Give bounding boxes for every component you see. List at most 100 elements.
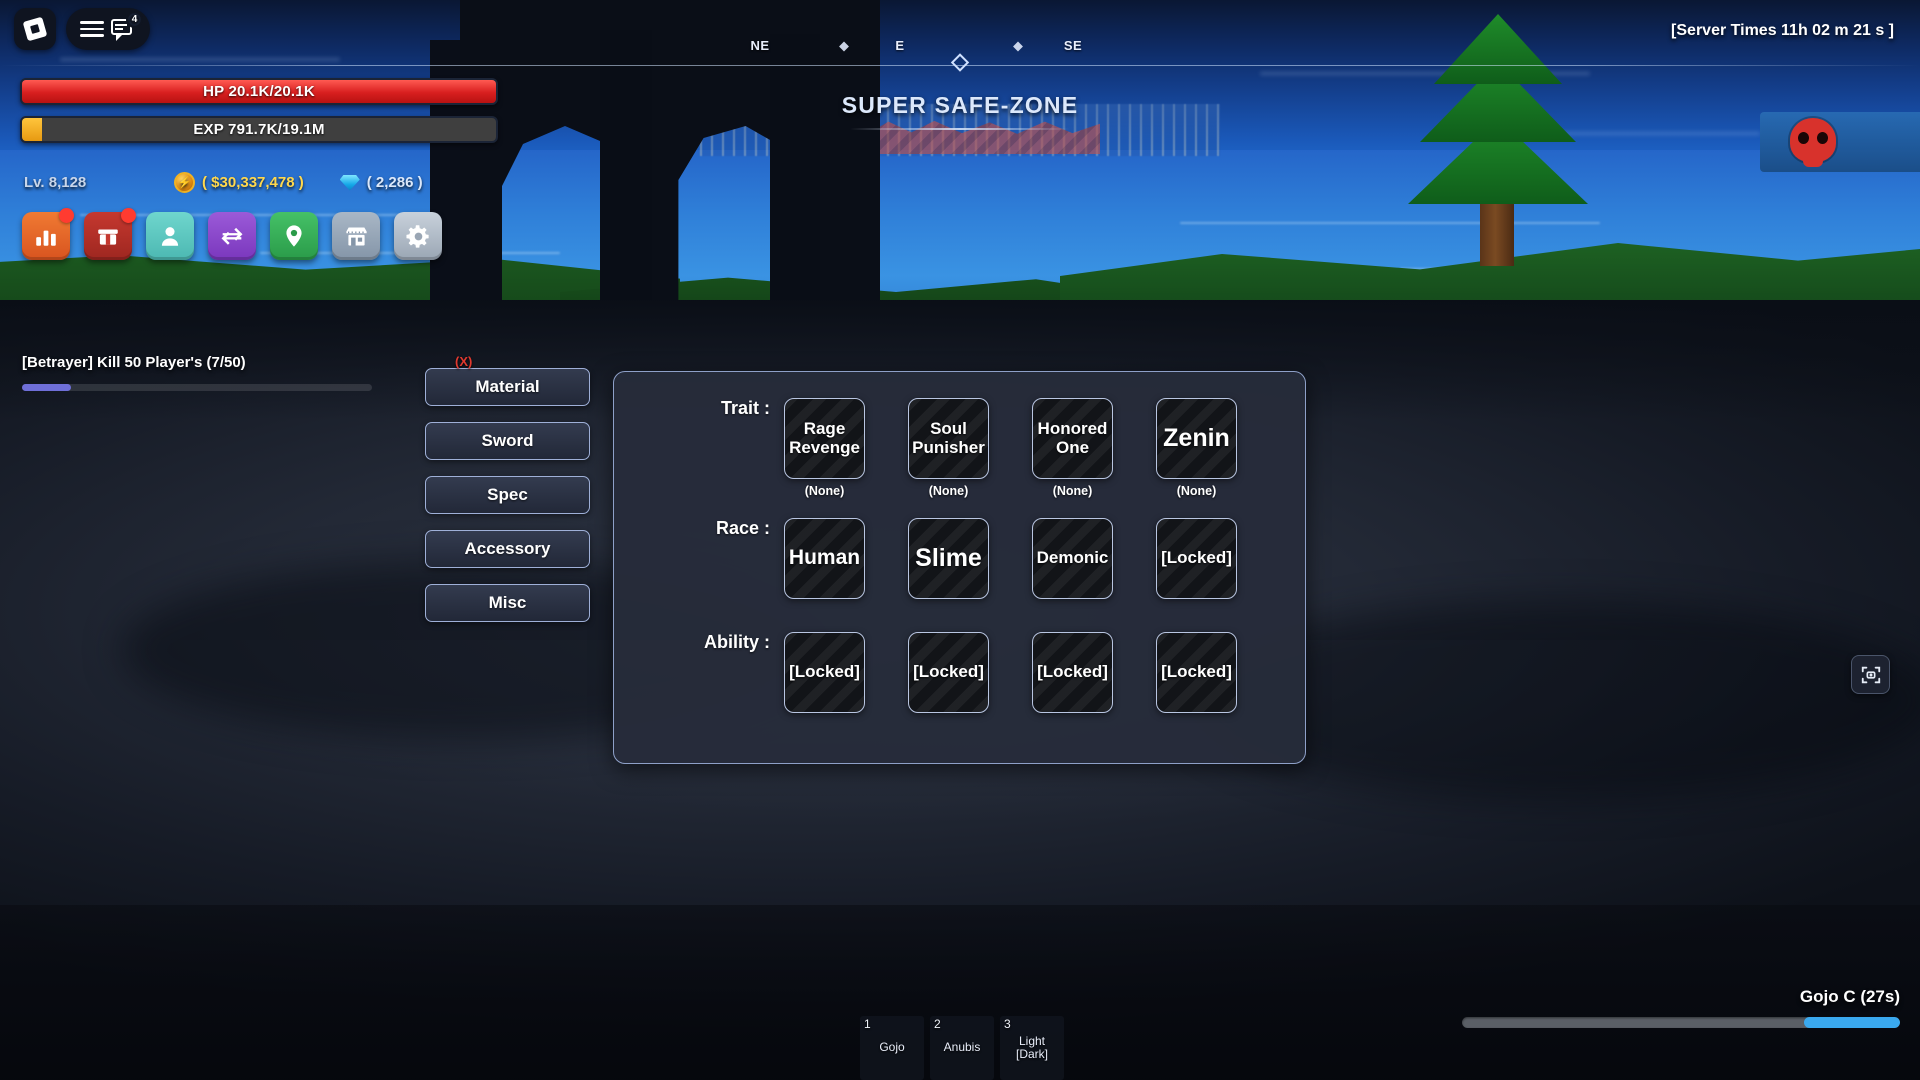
- ability-slot-4-label: [Locked]: [1161, 662, 1232, 682]
- category-button-sword[interactable]: Sword: [425, 422, 590, 460]
- category-button-material[interactable]: Material: [425, 368, 590, 406]
- screenshot-button[interactable]: [1851, 655, 1890, 694]
- trait-slot-wrap: Soul Punisher (None): [908, 398, 989, 498]
- trait-slot-wrap: Honored One (None): [1032, 398, 1113, 498]
- race-slot-wrap: [Locked]: [1156, 518, 1237, 599]
- roblox-logo-icon[interactable]: [14, 8, 56, 50]
- race-slot-1[interactable]: Human: [784, 518, 865, 599]
- ability-slot-wrap: [Locked]: [1156, 632, 1237, 713]
- close-menu-button[interactable]: (X): [455, 354, 472, 369]
- race-slot-3[interactable]: Demonic: [1032, 518, 1113, 599]
- water-glint: [1180, 222, 1600, 224]
- category-button-accessory[interactable]: Accessory: [425, 530, 590, 568]
- trait-slot-4[interactable]: Zenin: [1156, 398, 1237, 479]
- trade-button[interactable]: [208, 212, 256, 260]
- quest-progress-track: [22, 384, 372, 391]
- ability-hotbar: 1 Gojo 2 Anubis 3 Light [Dark]: [860, 1016, 1064, 1080]
- ability-slot-4[interactable]: [Locked]: [1156, 632, 1237, 713]
- hotbar-slot-3-key: 3: [1004, 1017, 1011, 1031]
- map-button[interactable]: [270, 212, 318, 260]
- character-loadout-panel: Trait : Rage Revenge (None) Soul Punishe…: [613, 371, 1306, 764]
- ability-slot-wrap: [Locked]: [1032, 632, 1113, 713]
- hotbar-slot-3[interactable]: 3 Light [Dark]: [1000, 1016, 1064, 1080]
- trait-slot-3-label: Honored One: [1037, 419, 1108, 457]
- exp-bar-label: EXP 791.7K/19.1M: [193, 121, 325, 138]
- hamburger-line: [80, 21, 104, 24]
- roblox-topbar: 4: [14, 8, 150, 50]
- chat-line: [115, 28, 123, 30]
- trait-slot-3[interactable]: Honored One: [1032, 398, 1113, 479]
- hotbar-slot-3-name: Light [Dark]: [1015, 1033, 1048, 1061]
- trait-slot-1-sub: (None): [804, 484, 845, 498]
- hp-bar-label: HP 20.1K/20.1K: [203, 83, 315, 100]
- trait-slot-wrap: Zenin (None): [1156, 398, 1237, 498]
- hotbar-slot-1-name: Gojo: [879, 1040, 905, 1055]
- store-front-icon: [345, 227, 367, 245]
- exp-bar: EXP 791.7K/19.1M: [20, 116, 498, 143]
- chat-unread-badge: 4: [126, 11, 143, 28]
- race-slot-wrap: Slime: [908, 518, 989, 599]
- server-time-label: [Server Times 11h 02 m 21 s ]: [1671, 22, 1894, 39]
- hotbar-slot-2[interactable]: 2 Anubis: [930, 1016, 994, 1080]
- ability-slot-wrap: [Locked]: [908, 632, 989, 713]
- exp-bar-fill: [22, 118, 42, 141]
- skull-eye: [1817, 132, 1828, 144]
- notification-dot: [121, 208, 136, 223]
- panel-row-trait: Trait : Rage Revenge (None) Soul Punishe…: [614, 398, 1307, 498]
- race-slot-wrap: Demonic: [1032, 518, 1113, 599]
- trait-slot-wrap: Rage Revenge (None): [784, 398, 865, 498]
- skull-eye: [1798, 132, 1809, 144]
- quest-tracker: [Betrayer] Kill 50 Player's (7/50): [22, 354, 372, 391]
- hp-bar: HP 20.1K/20.1K: [20, 78, 498, 105]
- settings-button[interactable]: [394, 212, 442, 260]
- gem-currency: ( 2,286 ): [339, 174, 423, 191]
- coin-currency: ( $30,337,478 ): [174, 172, 304, 193]
- ability-slot-3[interactable]: [Locked]: [1032, 632, 1113, 713]
- race-slot-4-label: [Locked]: [1161, 548, 1232, 568]
- race-slot-wrap: Human: [784, 518, 865, 599]
- ability-slots: [Locked] [Locked] [Locked] [Locked]: [784, 632, 1237, 713]
- trade-arrows-icon: [221, 227, 243, 245]
- gear-icon: [405, 224, 429, 248]
- ability-slot-2-label: [Locked]: [913, 662, 984, 682]
- inventory-button[interactable]: [84, 208, 136, 260]
- bar-chart-icon: [36, 230, 56, 246]
- category-button-spec[interactable]: Spec: [425, 476, 590, 514]
- trait-slot-1[interactable]: Rage Revenge: [784, 398, 865, 479]
- zone-title-underline: [850, 128, 1070, 130]
- cooldown-label: Gojo C (27s): [1799, 987, 1900, 1006]
- chat-bubble-icon[interactable]: 4: [110, 11, 143, 41]
- profile-button[interactable]: [146, 212, 194, 260]
- cloud-streak: [60, 58, 340, 61]
- panel-row-ability: Ability : [Locked] [Locked] [Locked] [Lo…: [614, 632, 1307, 713]
- ability-slot-1[interactable]: [Locked]: [784, 632, 865, 713]
- gold-coin-icon: [174, 172, 195, 193]
- stone-pillar: [770, 34, 820, 302]
- coin-amount: ( $30,337,478 ): [202, 174, 304, 191]
- stone-pillar: [600, 30, 652, 302]
- person-icon: [161, 227, 179, 246]
- trait-slot-2[interactable]: Soul Punisher: [908, 398, 989, 479]
- wallet-row: Lv. 8,128 ( $30,337,478 ) ( 2,286 ): [24, 172, 459, 193]
- race-slot-1-label: Human: [788, 546, 861, 570]
- race-slots: Human Slime Demonic [Locked]: [784, 518, 1237, 599]
- skull-jaw: [1803, 155, 1823, 167]
- hotbar-slot-1[interactable]: 1 Gojo: [860, 1016, 924, 1080]
- hamburger-menu-icon[interactable]: [80, 21, 104, 37]
- player-level-label: Lv. 8,128: [24, 174, 87, 191]
- shop-button[interactable]: [332, 212, 380, 260]
- ability-slot-wrap: [Locked]: [784, 632, 865, 713]
- hotbar-slot-2-key: 2: [934, 1017, 941, 1031]
- quest-progress-fill: [22, 384, 71, 391]
- hamburger-line: [80, 27, 104, 31]
- ability-slot-2[interactable]: [Locked]: [908, 632, 989, 713]
- distant-island: [1760, 112, 1920, 172]
- quest-text: [Betrayer] Kill 50 Player's (7/50): [22, 354, 246, 371]
- category-button-misc[interactable]: Misc: [425, 584, 590, 622]
- hotbar-slot-1-key: 1: [864, 1017, 871, 1031]
- stats-button[interactable]: [22, 208, 74, 260]
- skull-decoration: [1790, 118, 1836, 167]
- cooldown-indicator: Gojo C (27s): [1462, 987, 1900, 1028]
- race-slot-4[interactable]: [Locked]: [1156, 518, 1237, 599]
- race-slot-2[interactable]: Slime: [908, 518, 989, 599]
